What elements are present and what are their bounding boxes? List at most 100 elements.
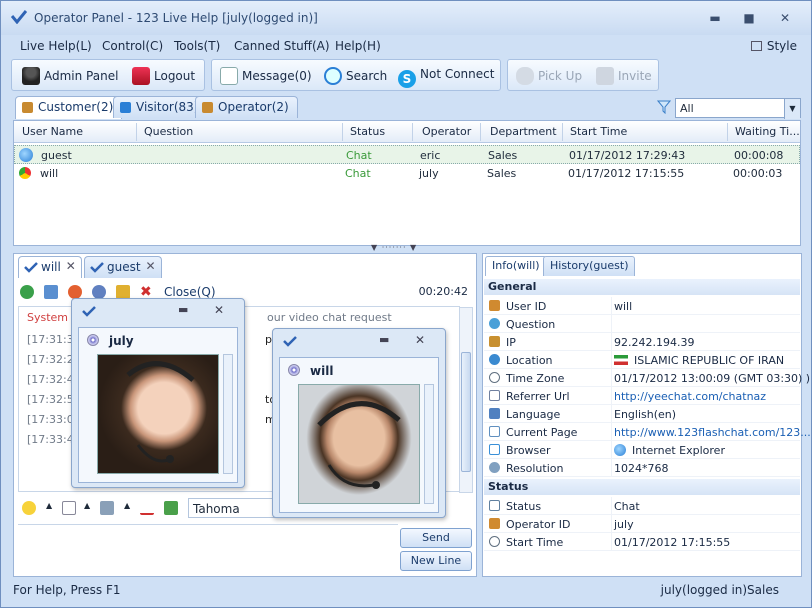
- stop-icon[interactable]: [68, 285, 82, 299]
- logout-button[interactable]: Logout: [132, 67, 195, 85]
- chevron-down-icon[interactable]: ▲: [84, 501, 90, 510]
- close-chat-button[interactable]: Close(Q): [164, 285, 216, 299]
- question-icon: [489, 318, 500, 329]
- close-icon[interactable]: ✕: [146, 259, 156, 273]
- chat-log-scrollbar[interactable]: [459, 307, 473, 493]
- minimize-button[interactable]: ▬: [707, 11, 723, 25]
- tab-history-label: History(guest): [550, 259, 629, 272]
- tab-visitor[interactable]: Visitor(83): [113, 96, 208, 118]
- col-start-time[interactable]: Start Time: [570, 125, 627, 138]
- video-scrollbar[interactable]: [424, 384, 434, 504]
- info-key: Resolution: [506, 462, 564, 475]
- close-icon[interactable]: ✕: [66, 259, 76, 273]
- col-divider[interactable]: [480, 123, 481, 141]
- filter-select[interactable]: All ▼: [675, 98, 801, 119]
- col-divider[interactable]: [342, 123, 343, 141]
- browser-icon: [489, 444, 500, 455]
- table-row[interactable]: will Chat july Sales 01/17/2012 17:15:55…: [14, 164, 800, 183]
- tab-info[interactable]: Info(will): [485, 256, 547, 276]
- col-waiting-time[interactable]: Waiting Ti...: [735, 125, 800, 138]
- message-button[interactable]: Message(0): [220, 67, 312, 85]
- status-bar: For Help, Press F1 july(logged in)Sales: [1, 579, 811, 607]
- emoticon-icon[interactable]: [22, 501, 36, 515]
- tab-customer[interactable]: Customer(2): [15, 96, 123, 119]
- internet-explorer-icon: [19, 148, 33, 162]
- send-button[interactable]: Send: [400, 528, 472, 548]
- minimize-icon[interactable]: ▬: [178, 303, 188, 316]
- maximize-button[interactable]: ■: [741, 11, 757, 25]
- tag-icon[interactable]: [116, 285, 130, 299]
- chat-tab-guest[interactable]: guest ✕: [84, 256, 162, 278]
- video-window-header[interactable]: ▬ ✕: [273, 329, 445, 353]
- cell-waiting: 00:00:08: [734, 149, 784, 162]
- chevron-down-icon[interactable]: ▲: [46, 501, 52, 510]
- col-question[interactable]: Question: [144, 125, 193, 138]
- send-file-icon[interactable]: [164, 501, 178, 515]
- transfer-icon[interactable]: [44, 285, 58, 299]
- filter-value: All: [680, 102, 694, 115]
- close-window-button[interactable]: ✕: [777, 11, 793, 25]
- video-icon[interactable]: [92, 285, 106, 299]
- headset-icon: [317, 401, 401, 489]
- col-divider[interactable]: [727, 123, 728, 141]
- not-connect-button[interactable]: S Not Connect: [398, 67, 494, 88]
- chevron-down-icon[interactable]: ▲: [124, 501, 130, 510]
- minimize-icon[interactable]: ▬: [379, 333, 389, 346]
- info-key: Browser: [506, 444, 551, 457]
- search-button[interactable]: Search: [324, 67, 387, 85]
- skype-icon: S: [398, 70, 416, 88]
- current-page-link[interactable]: http://www.123flashchat.com/123...: [614, 426, 811, 439]
- menu-control[interactable]: Control(C): [102, 39, 163, 53]
- video-scrollbar[interactable]: [223, 354, 233, 474]
- info-key: Status: [506, 500, 542, 513]
- close-icon[interactable]: ✕: [415, 333, 425, 347]
- spellcheck-icon[interactable]: [140, 501, 154, 515]
- style-button[interactable]: Style: [750, 39, 797, 53]
- close-chat-icon[interactable]: ✖: [140, 285, 154, 299]
- admin-panel-button[interactable]: Admin Panel: [22, 67, 118, 85]
- location-value: ISLAMIC REPUBLIC OF IRAN: [634, 354, 785, 367]
- toolbar-group-admin: Admin Panel Logout: [11, 59, 205, 91]
- new-line-button[interactable]: New Line: [400, 551, 472, 571]
- tab-history[interactable]: History(guest): [543, 256, 636, 276]
- browser-value: Internet Explorer: [632, 444, 725, 457]
- col-divider[interactable]: [562, 123, 563, 141]
- scrollbar-thumb[interactable]: [461, 352, 471, 472]
- info-value: Chat: [614, 500, 640, 513]
- menu-tools[interactable]: Tools(T): [174, 39, 220, 53]
- file-icon[interactable]: [62, 501, 76, 515]
- col-department[interactable]: Department: [490, 125, 557, 138]
- pick-up-button[interactable]: Pick Up: [516, 67, 582, 85]
- font-select[interactable]: Tahoma: [188, 498, 278, 518]
- menu-live-help[interactable]: Live Help(L): [20, 39, 92, 53]
- col-divider[interactable]: [136, 123, 137, 141]
- close-icon[interactable]: ✕: [214, 303, 224, 317]
- invite-button[interactable]: Invite: [596, 67, 652, 85]
- chat-tab-will[interactable]: will ✕: [18, 256, 82, 278]
- cell-operator: eric: [420, 149, 441, 162]
- menu-canned-stuff[interactable]: Canned Stuff(A): [234, 39, 330, 53]
- col-operator[interactable]: Operator: [422, 125, 471, 138]
- menu-help[interactable]: Help(H): [335, 39, 381, 53]
- refresh-icon[interactable]: [20, 285, 34, 299]
- link-icon[interactable]: [100, 501, 114, 515]
- video-window-header[interactable]: ▬ ✕: [72, 299, 244, 323]
- video-window-july[interactable]: ▬ ✕ july: [71, 298, 245, 488]
- video-window-will[interactable]: ▬ ✕ will: [272, 328, 446, 518]
- table-row[interactable]: guest Chat eric Sales 01/17/2012 17:29:4…: [14, 145, 800, 164]
- info-row: Operator ID july: [484, 515, 800, 533]
- message-input[interactable]: [18, 524, 398, 574]
- referrer-link[interactable]: http://yeechat.com/chatnaz: [614, 390, 766, 403]
- info-key: Location: [506, 354, 553, 367]
- tab-operator[interactable]: Operator(2): [195, 96, 298, 118]
- col-user-name[interactable]: User Name: [22, 125, 83, 138]
- section-general: General: [484, 279, 800, 295]
- internet-explorer-icon: [614, 444, 626, 456]
- col-divider[interactable]: [412, 123, 413, 141]
- status-icon: [489, 500, 500, 511]
- row-divider: [611, 297, 612, 315]
- chevron-down-icon[interactable]: ▼: [784, 99, 800, 119]
- col-status[interactable]: Status: [350, 125, 385, 138]
- cell-status: Chat: [345, 167, 371, 180]
- horizontal-splitter[interactable]: ▼ ······· ▼: [371, 243, 417, 252]
